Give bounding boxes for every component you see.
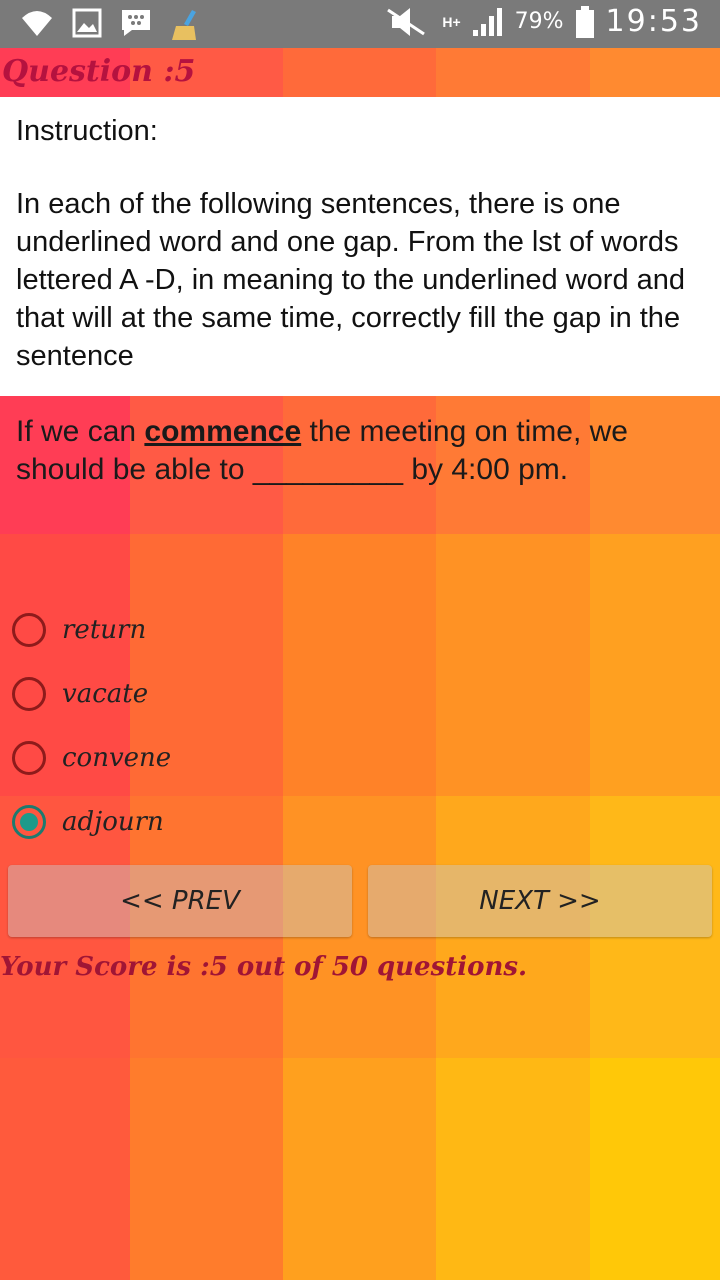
instruction-card: Instruction: In each of the following se… <box>0 97 720 396</box>
broom-icon <box>172 10 196 40</box>
option-adjourn[interactable]: adjourn <box>12 800 164 844</box>
mute-icon <box>387 7 426 36</box>
instruction-text: In each of the following sentences, ther… <box>16 188 686 372</box>
background-tile <box>283 1058 436 1280</box>
underlined-keyword: commence <box>144 415 302 448</box>
background-tile <box>590 1058 720 1280</box>
battery-icon <box>575 5 594 38</box>
question-header: Question :5 <box>0 48 720 96</box>
option-label: vacate <box>62 679 149 709</box>
status-bar: H+ 79% 19:53 <box>0 0 720 48</box>
background-tile <box>130 1058 283 1280</box>
battery-percent: 79% <box>514 9 564 34</box>
radio-button[interactable] <box>12 741 46 775</box>
background-tile <box>436 534 590 796</box>
radio-button-selected[interactable] <box>12 805 46 839</box>
signal-icon <box>472 7 502 36</box>
option-label: return <box>62 615 147 645</box>
next-button[interactable]: NEXT >> <box>368 865 712 937</box>
score-text: Your Score is :5 out of 50 questions. <box>0 952 528 982</box>
option-vacate[interactable]: vacate <box>12 672 148 716</box>
sentence-before: If we can <box>16 415 145 448</box>
prev-button[interactable]: << PREV <box>8 865 352 937</box>
background-tile <box>590 534 720 796</box>
network-type: H+ <box>442 13 461 30</box>
clock: 19:53 <box>605 4 702 39</box>
background-tile <box>436 1058 590 1280</box>
bbm-icon <box>122 10 150 36</box>
option-label: convene <box>62 743 172 773</box>
instruction-label: Instruction: <box>16 115 158 147</box>
option-convene[interactable]: convene <box>12 736 171 780</box>
question-sentence: If we can commence the meeting on time, … <box>16 413 706 489</box>
option-label: adjourn <box>62 807 164 837</box>
wifi-icon <box>22 11 52 36</box>
background-tile <box>0 1058 130 1280</box>
background-tile <box>283 534 436 796</box>
question-title: Question :5 <box>2 54 196 89</box>
option-return[interactable]: return <box>12 608 146 652</box>
radio-button[interactable] <box>12 613 46 647</box>
radio-button[interactable] <box>12 677 46 711</box>
image-icon <box>72 8 102 38</box>
